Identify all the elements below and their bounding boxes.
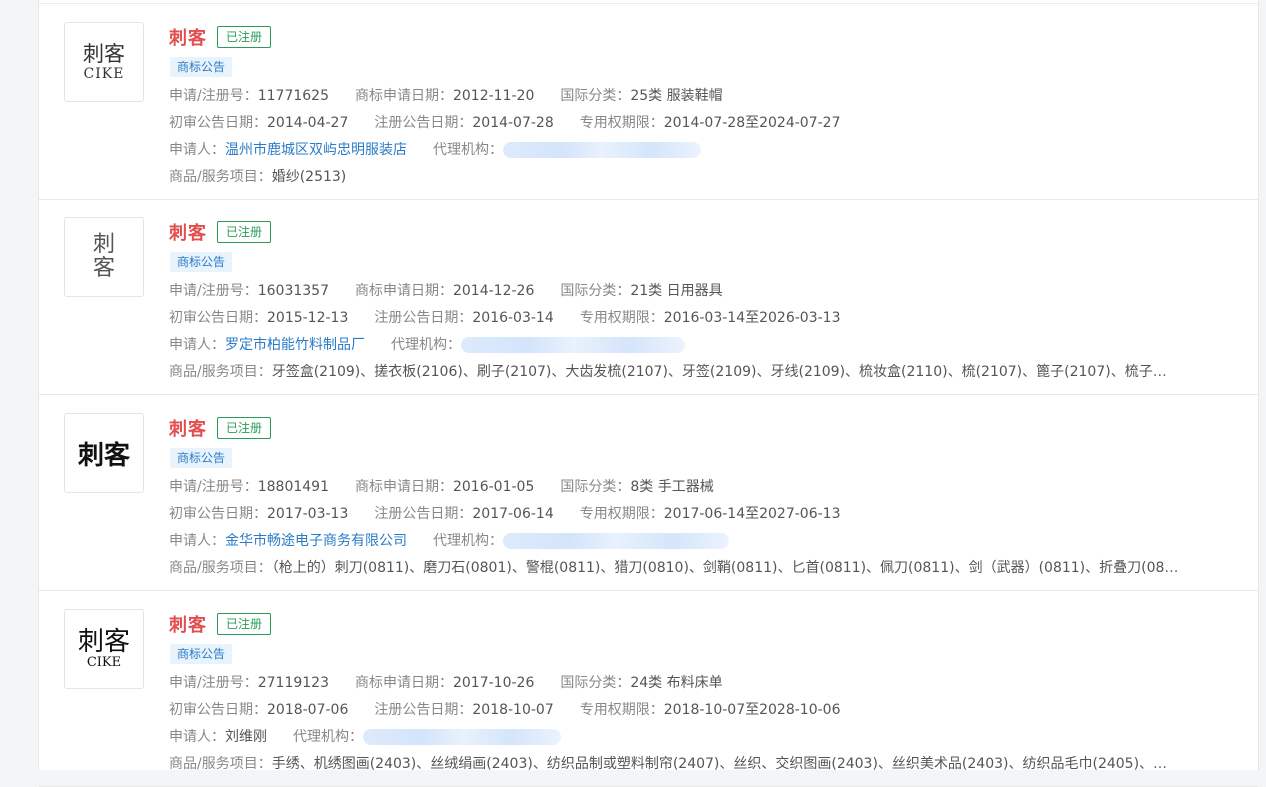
- trademark-card[interactable]: 刺 客 刺客 已注册 商标公告 申请/注册号：16031357 商标申请日期：20…: [39, 199, 1258, 395]
- logo-text: 刺: [92, 231, 115, 257]
- apply-date-value: 2016-01-05: [452, 479, 535, 495]
- applicant-link[interactable]: 罗定市柏能竹料制品厂: [225, 337, 365, 353]
- goods-value: 婚纱(2513): [271, 169, 347, 185]
- goods-label: 商品/服务项目：: [169, 364, 272, 380]
- agency-label: 代理机构：: [293, 729, 363, 745]
- agency-redacted: [503, 142, 701, 158]
- trademark-card[interactable]: 刺客 CIKE 刺客 已注册 商标公告 申请/注册号：11771625 商标申请日…: [39, 4, 1258, 200]
- applicant-link[interactable]: 金华市畅途电子商务有限公司: [225, 533, 407, 549]
- reg-pub-date-label: 注册公告日期：: [374, 310, 473, 326]
- exclusive-label: 专用权期限：: [579, 506, 664, 522]
- intl-class-label: 国际分类：: [560, 675, 631, 691]
- reg-no-value: 18801491: [257, 479, 329, 495]
- trademark-name[interactable]: 刺客: [169, 415, 207, 441]
- exclusive-value: 2014-07-28至2024-07-27: [663, 115, 841, 131]
- exclusive-value: 2017-06-14至2027-06-13: [663, 506, 841, 522]
- intl-class-value: 24类 布料床单: [630, 675, 723, 691]
- exclusive-label: 专用权期限：: [579, 702, 664, 718]
- applicant-link[interactable]: 温州市鹿城区双屿忠明服装店: [225, 142, 407, 158]
- intl-class-value: 25类 服装鞋帽: [630, 88, 723, 104]
- trademark-name[interactable]: 刺客: [169, 611, 207, 637]
- prelim-date-value: 2017-03-13: [267, 506, 349, 522]
- apply-date-value: 2012-11-20: [452, 88, 535, 104]
- announcement-tag[interactable]: 商标公告: [170, 448, 233, 468]
- prelim-date-label: 初审公告日期：: [169, 115, 267, 131]
- reg-no-value: 16031357: [257, 283, 329, 299]
- reg-pub-date-label: 注册公告日期：: [374, 702, 473, 718]
- intl-class-label: 国际分类：: [560, 88, 631, 104]
- status-badge: 已注册: [217, 26, 272, 48]
- apply-date-label: 商标申请日期：: [354, 479, 453, 495]
- reg-pub-date-value: 2017-06-14: [472, 506, 554, 522]
- goods-value: 牙签盒(2109)、搓衣板(2106)、刷子(2107)、大齿发梳(2107)、…: [271, 364, 1179, 380]
- reg-pub-date-value: 2016-03-14: [472, 310, 554, 326]
- exclusive-label: 专用权期限：: [579, 115, 664, 131]
- logo-text: CIKE: [86, 655, 122, 670]
- exclusive-label: 专用权期限：: [579, 310, 664, 326]
- reg-no-value: 27119123: [257, 675, 329, 691]
- goods-value: （枪上的）刺刀(0811)、磨刀石(0801)、警棍(0811)、猎刀(0810…: [271, 560, 1179, 576]
- agency-label: 代理机构：: [433, 142, 503, 158]
- trademark-logo[interactable]: 刺 客: [64, 217, 144, 297]
- prelim-date-value: 2018-07-06: [267, 702, 349, 718]
- prelim-date-value: 2015-12-13: [267, 310, 349, 326]
- status-badge: 已注册: [217, 613, 272, 635]
- trademark-name[interactable]: 刺客: [169, 24, 207, 50]
- status-badge: 已注册: [217, 417, 272, 439]
- intl-class-value: 8类 手工器械: [630, 479, 714, 495]
- reg-no-label: 申请/注册号：: [169, 88, 258, 104]
- applicant-label: 申请人：: [169, 142, 225, 158]
- applicant-label: 申请人：: [169, 533, 225, 549]
- reg-no-label: 申请/注册号：: [169, 479, 258, 495]
- logo-text: 刺客: [83, 41, 125, 66]
- status-badge: 已注册: [217, 221, 272, 243]
- agency-redacted: [461, 337, 685, 353]
- announcement-tag[interactable]: 商标公告: [170, 644, 233, 664]
- applicant-label: 申请人：: [169, 729, 225, 745]
- reg-pub-date-value: 2014-07-28: [472, 115, 554, 131]
- logo-text: 刺客: [77, 440, 130, 471]
- reg-pub-date-label: 注册公告日期：: [374, 506, 473, 522]
- logo-text: CIKE: [83, 65, 125, 82]
- trademark-logo[interactable]: 刺客: [64, 413, 144, 493]
- exclusive-value: 2016-03-14至2026-03-13: [663, 310, 841, 326]
- trademark-card[interactable]: 刺客 CIKE 刺客 已注册 商标公告 申请/注册号：27119123 商标申请日…: [39, 591, 1258, 787]
- goods-label: 商品/服务项目：: [169, 560, 272, 576]
- logo-text: 客: [92, 256, 115, 281]
- reg-no-label: 申请/注册号：: [169, 675, 258, 691]
- agency-label: 代理机构：: [433, 533, 503, 549]
- trademark-logo[interactable]: 刺客 CIKE: [64, 609, 144, 689]
- trademark-logo[interactable]: 刺客 CIKE: [64, 22, 144, 102]
- apply-date-label: 商标申请日期：: [354, 283, 453, 299]
- announcement-tag[interactable]: 商标公告: [170, 252, 233, 272]
- apply-date-value: 2017-10-26: [452, 675, 535, 691]
- apply-date-label: 商标申请日期：: [354, 675, 453, 691]
- prelim-date-label: 初审公告日期：: [169, 506, 267, 522]
- goods-label: 商品/服务项目：: [169, 169, 272, 185]
- trademark-name[interactable]: 刺客: [169, 219, 207, 245]
- applicant-value: 刘维刚: [225, 729, 267, 745]
- prelim-date-label: 初审公告日期：: [169, 310, 267, 326]
- intl-class-label: 国际分类：: [560, 283, 631, 299]
- trademark-card[interactable]: 刺客 刺客 已注册 商标公告 申请/注册号：18801491 商标申请日期：201…: [39, 395, 1258, 591]
- reg-pub-date-value: 2018-10-07: [472, 702, 554, 718]
- agency-redacted: [363, 729, 561, 745]
- announcement-tag[interactable]: 商标公告: [170, 57, 233, 77]
- logo-text: 刺客: [77, 627, 130, 657]
- intl-class-value: 21类 日用器具: [630, 283, 723, 299]
- reg-no-label: 申请/注册号：: [169, 283, 258, 299]
- prelim-date-value: 2014-04-27: [267, 115, 349, 131]
- agency-label: 代理机构：: [391, 337, 461, 353]
- exclusive-value: 2018-10-07至2028-10-06: [663, 702, 841, 718]
- applicant-label: 申请人：: [169, 337, 225, 353]
- prelim-date-label: 初审公告日期：: [169, 702, 267, 718]
- reg-pub-date-label: 注册公告日期：: [374, 115, 473, 131]
- intl-class-label: 国际分类：: [560, 479, 631, 495]
- reg-no-value: 11771625: [257, 88, 329, 104]
- apply-date-value: 2014-12-26: [452, 283, 535, 299]
- result-list: 刺客 CIKE 刺客 已注册 商标公告 申请/注册号：11771625 商标申请日…: [38, 0, 1259, 787]
- apply-date-label: 商标申请日期：: [354, 88, 453, 104]
- agency-redacted: [503, 533, 729, 549]
